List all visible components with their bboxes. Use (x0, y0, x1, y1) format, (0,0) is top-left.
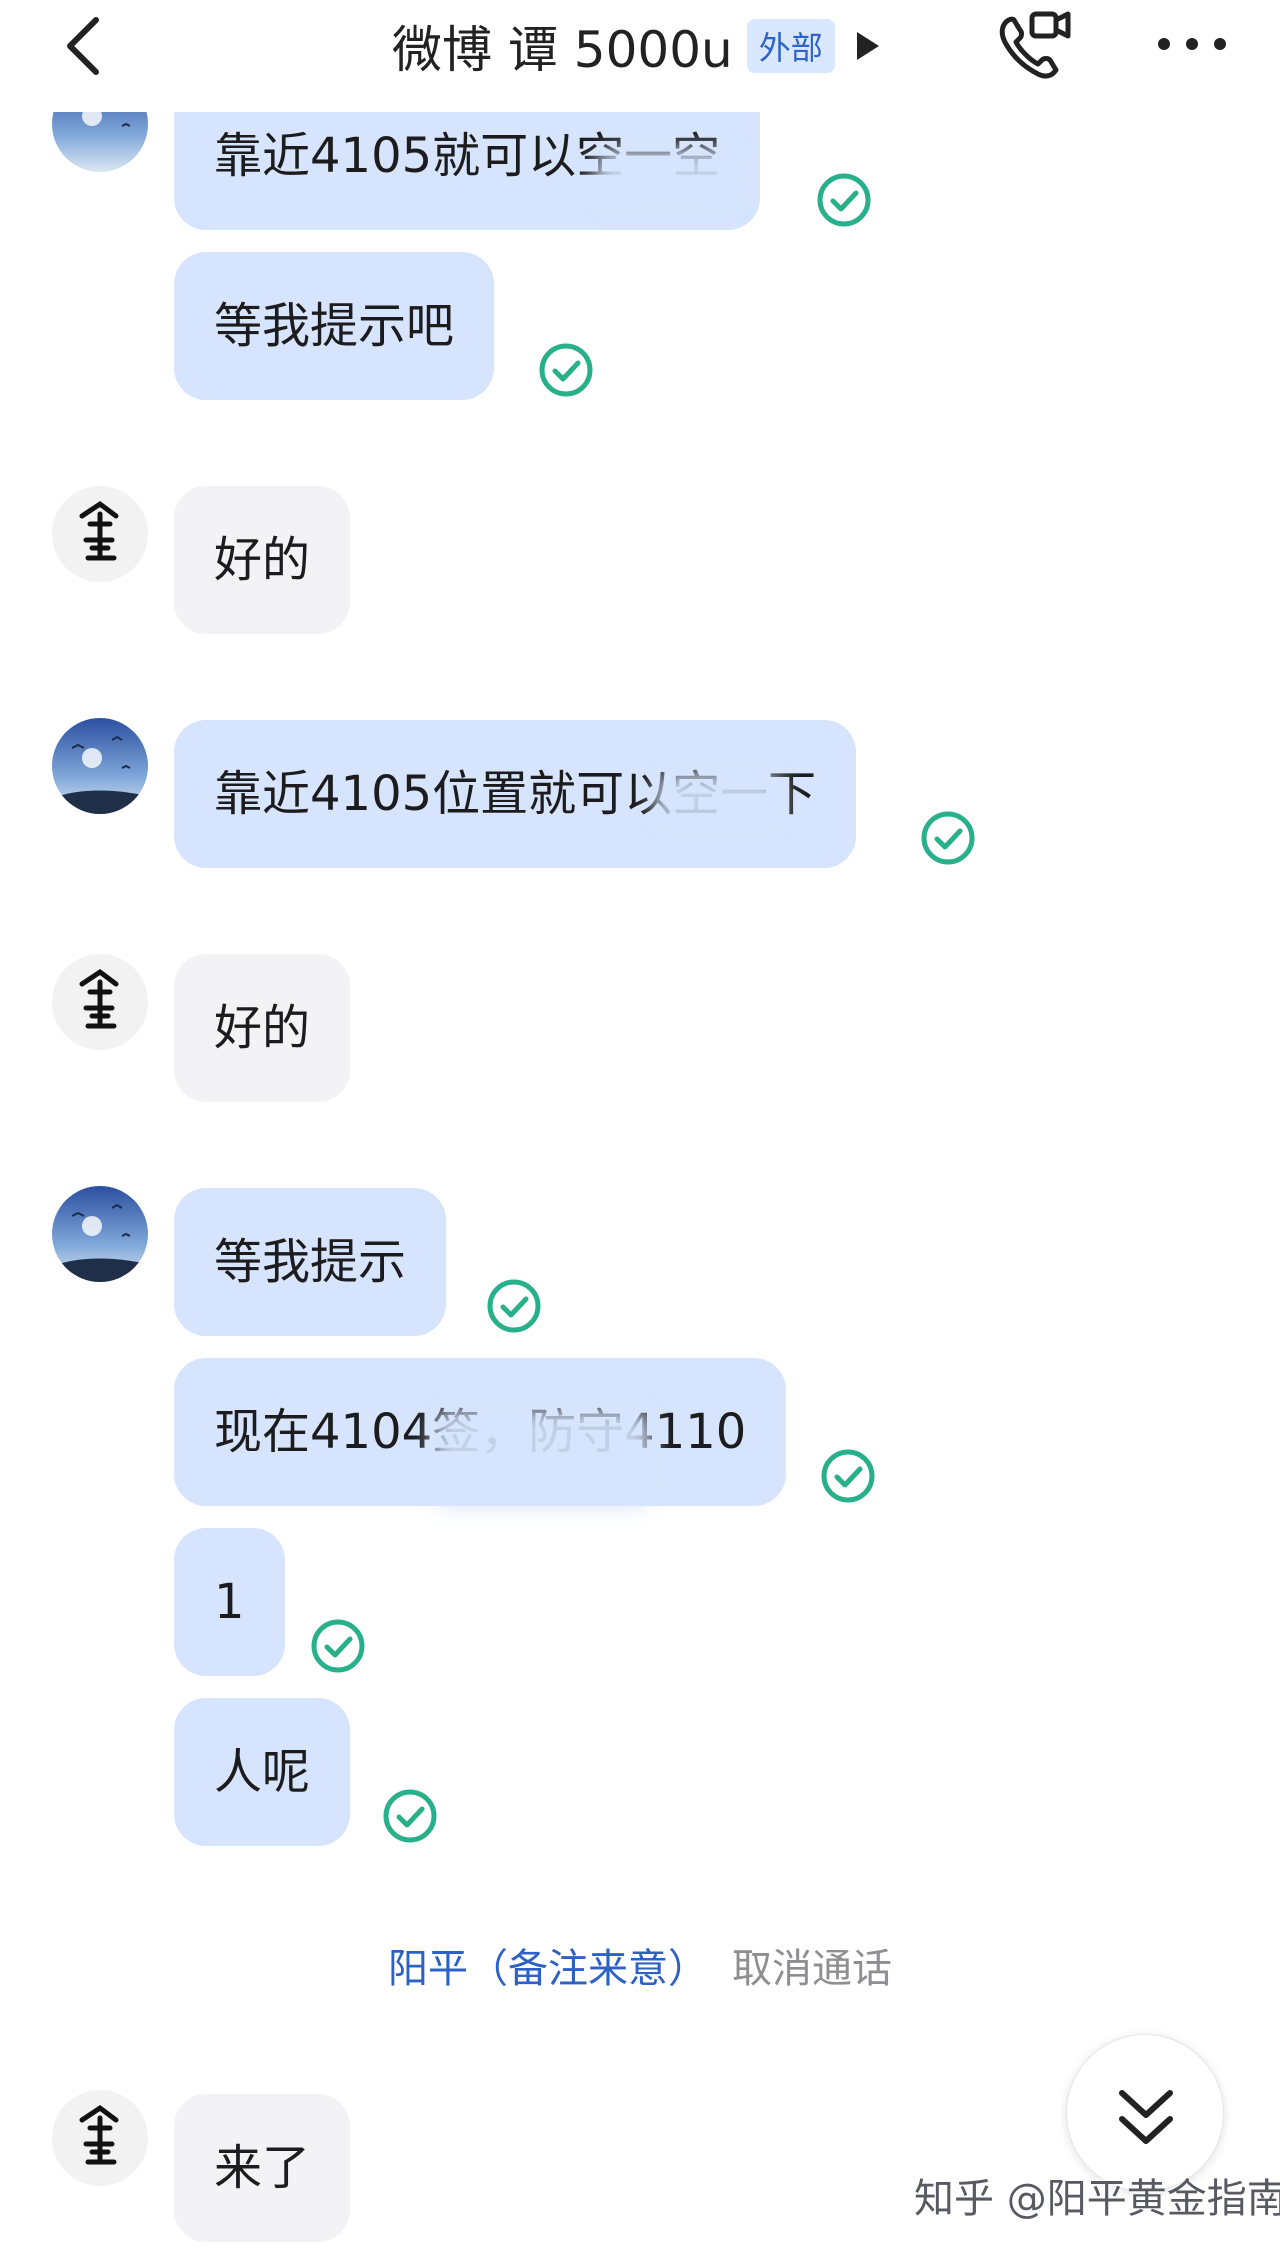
read-check-icon (487, 1279, 541, 1333)
message-bubble-self[interactable]: 等我提示 (174, 1188, 447, 1336)
message-text: 来了 (214, 2140, 311, 2196)
read-check-icon (821, 1449, 875, 1503)
message-text: 好的 (214, 1000, 311, 1056)
message-text: 等我提示 (214, 1234, 407, 1290)
read-check-icon (921, 811, 975, 865)
message-bubble-peer[interactable]: 来了 (174, 2094, 351, 2242)
system-call-status: 取消通话 (732, 1946, 892, 1992)
play-arrow-icon (856, 32, 879, 60)
message-bubble-self[interactable]: 人呢 (174, 1698, 351, 1846)
avatar-peer[interactable] (52, 954, 148, 1050)
message-bubble-peer[interactable]: 好的 (174, 954, 351, 1102)
chat-title-area[interactable]: 微博 谭 5000u 外部 (392, 12, 881, 80)
read-check-icon (817, 173, 871, 227)
double-chevron-down-icon (1119, 2090, 1173, 2144)
message-bubble-self[interactable]: 等我提示吧 (174, 252, 495, 400)
privacy-blur (594, 148, 744, 208)
system-call-notice: 阳平（备注来意） 取消通话 (388, 1936, 892, 1996)
privacy-blur (432, 1408, 652, 1508)
privacy-blur (654, 772, 784, 828)
chat-header: 微博 谭 5000u 外部 (0, 0, 1280, 112)
message-text: 好的 (214, 532, 311, 588)
read-check-icon (383, 1789, 437, 1843)
system-contact-link[interactable]: 阳平（备注来意） (388, 1936, 708, 1996)
read-check-icon (311, 1619, 365, 1673)
phone-video-icon[interactable] (992, 8, 1072, 84)
message-bubble-self[interactable]: 1 (174, 1528, 285, 1676)
avatar-peer[interactable] (52, 486, 148, 582)
avatar-self[interactable] (52, 718, 148, 814)
external-badge: 外部 (746, 19, 835, 73)
message-bubble-peer[interactable]: 好的 (174, 486, 351, 634)
message-text: 等我提示吧 (214, 298, 455, 354)
avatar-self[interactable] (52, 1186, 148, 1282)
more-dots-icon[interactable] (1152, 24, 1232, 64)
chat-title: 微博 谭 5000u (392, 21, 733, 79)
chevron-left-icon[interactable] (56, 10, 116, 82)
read-check-icon (539, 343, 593, 397)
message-text: 人呢 (214, 1744, 311, 1800)
avatar-peer[interactable] (52, 2090, 148, 2186)
chat-screen: 微博 谭 5000u 外部 靠近4105就可以空一空 等我提示吧 好的 靠近41… (0, 0, 1280, 2264)
message-text: 1 (214, 1574, 245, 1630)
watermark: 知乎 @阳平黄金指南 (914, 2176, 1280, 2222)
